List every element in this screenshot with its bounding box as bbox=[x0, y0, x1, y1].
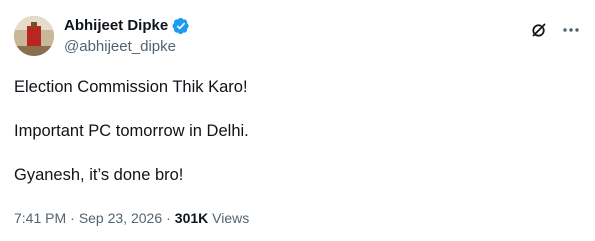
tweet-meta: 7:41 PM · Sep 23, 2026 · 301K Views bbox=[14, 208, 249, 228]
views-label: Views bbox=[212, 210, 250, 226]
tweet-timestamp-link[interactable]: 7:41 PM · Sep 23, 2026 bbox=[14, 210, 162, 226]
meta-separator: · bbox=[166, 210, 171, 226]
tweet-text-line: Gyanesh, it’s done bro! bbox=[14, 166, 184, 184]
author-display-name[interactable]: Abhijeet Dipke bbox=[64, 17, 168, 35]
meta-separator: · bbox=[70, 210, 75, 226]
tweet-text-line: Important PC tomorrow in Delhi. bbox=[14, 122, 249, 140]
header-actions bbox=[529, 20, 581, 40]
grok-icon[interactable] bbox=[529, 20, 549, 40]
tweet-card: Abhijeet Dipke @abhijeet_dipke Election … bbox=[0, 0, 595, 241]
avatar[interactable] bbox=[14, 16, 54, 56]
author-handle[interactable]: @abhijeet_dipke bbox=[64, 38, 176, 56]
tweet-date: Sep 23, 2026 bbox=[78, 210, 163, 226]
author-name-row: Abhijeet Dipke bbox=[64, 17, 190, 35]
views-count: 301K bbox=[174, 210, 209, 226]
views-link[interactable]: 301K Views bbox=[175, 210, 249, 226]
tweet-text: Election Commission Thik Karo! Important… bbox=[14, 76, 574, 208]
tweet-time: 7:41 PM bbox=[14, 210, 67, 226]
more-options-icon[interactable] bbox=[561, 20, 581, 40]
tweet-text-line: Election Commission Thik Karo! bbox=[14, 78, 248, 96]
verified-badge-icon bbox=[172, 17, 190, 35]
